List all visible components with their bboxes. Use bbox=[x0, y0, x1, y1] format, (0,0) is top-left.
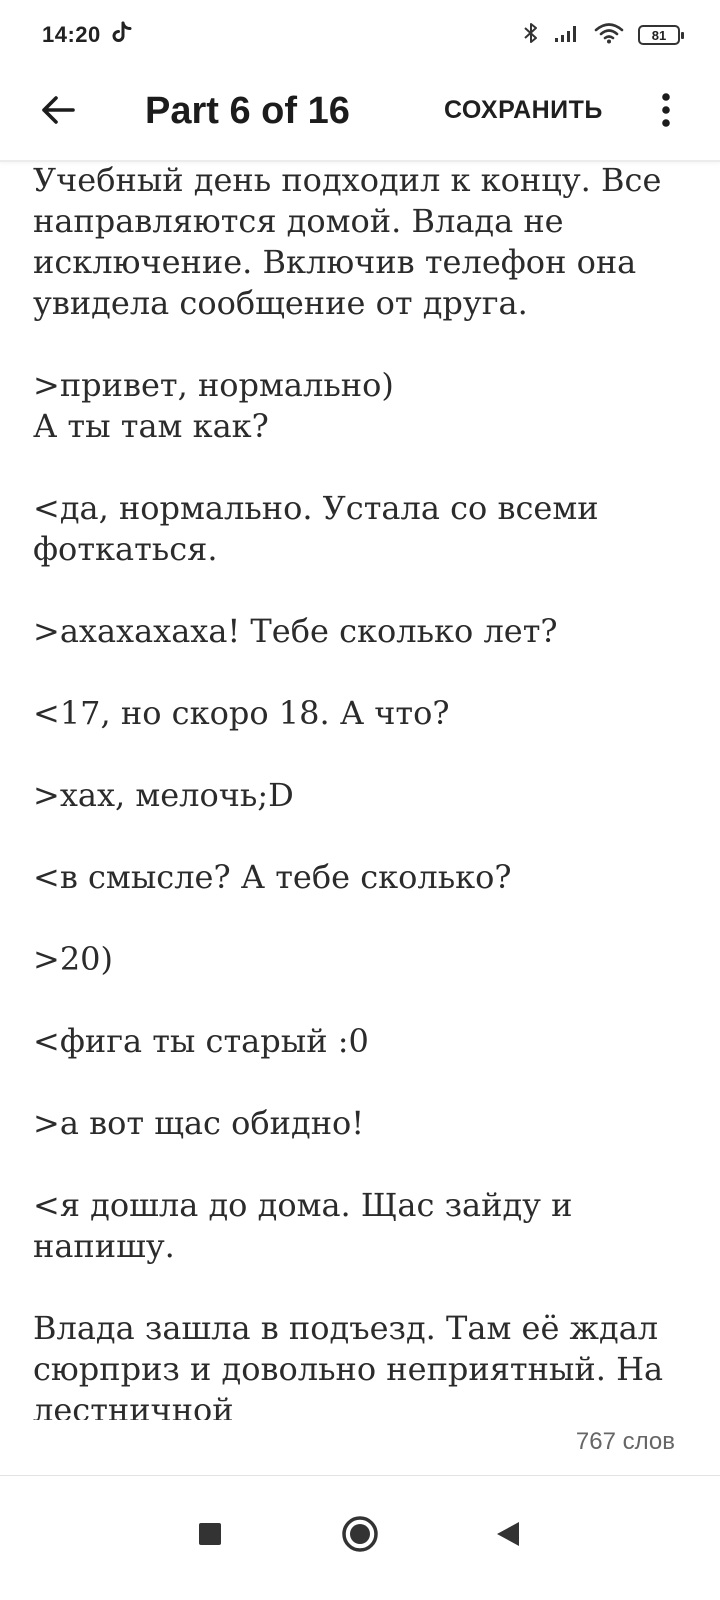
story-paragraph: >20) bbox=[33, 940, 114, 978]
bluetooth-icon bbox=[522, 21, 540, 50]
back-triangle-icon bbox=[494, 1520, 522, 1553]
battery-level: 81 bbox=[651, 27, 667, 43]
wifi-icon bbox=[594, 22, 624, 49]
nav-back-button[interactable] bbox=[478, 1506, 538, 1566]
story-paragraph: <я дошла до дома. Щас зайду и напишу. bbox=[33, 1186, 573, 1265]
story-paragraph: <17, но скоро 18. А что? bbox=[33, 694, 450, 732]
story-paragraph: >а вот щас обидно! bbox=[33, 1104, 365, 1142]
home-circle-icon bbox=[340, 1514, 380, 1559]
back-button[interactable] bbox=[34, 88, 82, 136]
story-paragraph: >привет, нормально) А ты там как? bbox=[33, 366, 394, 445]
status-bar: 14:20 81 bbox=[0, 0, 720, 70]
arrow-back-icon bbox=[40, 95, 76, 130]
word-count: 767 слов bbox=[575, 1428, 675, 1455]
story-paragraph: >ахахахаха! Тебе сколько лет? bbox=[33, 612, 558, 650]
story-paragraph: <да, нормально. Устала со всеми фоткатьс… bbox=[33, 489, 599, 568]
battery-icon: 81 bbox=[638, 25, 684, 45]
story-paragraph: Влада зашла в подъезд. Там её ждал сюрпр… bbox=[33, 1309, 664, 1420]
screen: 14:20 81 Part 6 of 16 СОХРАНИТЬ Учебный … bbox=[0, 0, 720, 1600]
more-options-button[interactable] bbox=[648, 88, 684, 136]
app-bar: Part 6 of 16 СОХРАНИТЬ bbox=[0, 70, 720, 162]
story-paragraph: <в смысле? А тебе сколько? bbox=[33, 858, 512, 896]
story-paragraph: Учебный день подходил к концу. Все напра… bbox=[33, 163, 662, 322]
save-button[interactable]: СОХРАНИТЬ bbox=[444, 96, 603, 125]
system-nav-bar bbox=[0, 1475, 720, 1600]
status-left: 14:20 bbox=[42, 21, 133, 50]
home-button[interactable] bbox=[330, 1506, 390, 1566]
recents-square-icon bbox=[197, 1521, 223, 1552]
story-text-editor[interactable]: Учебный день подходил к концу. Все напра… bbox=[0, 163, 720, 1420]
recents-button[interactable] bbox=[180, 1506, 240, 1566]
page-title: Part 6 of 16 bbox=[145, 90, 350, 132]
status-right: 81 bbox=[522, 21, 684, 50]
status-time: 14:20 bbox=[42, 22, 101, 47]
signal-icon bbox=[554, 23, 580, 48]
tiktok-icon bbox=[111, 21, 133, 50]
story-paragraph: >хах, мелочь;D bbox=[33, 776, 294, 814]
more-vert-icon bbox=[661, 92, 671, 133]
story-paragraph: <фига ты старый :0 bbox=[33, 1022, 369, 1060]
